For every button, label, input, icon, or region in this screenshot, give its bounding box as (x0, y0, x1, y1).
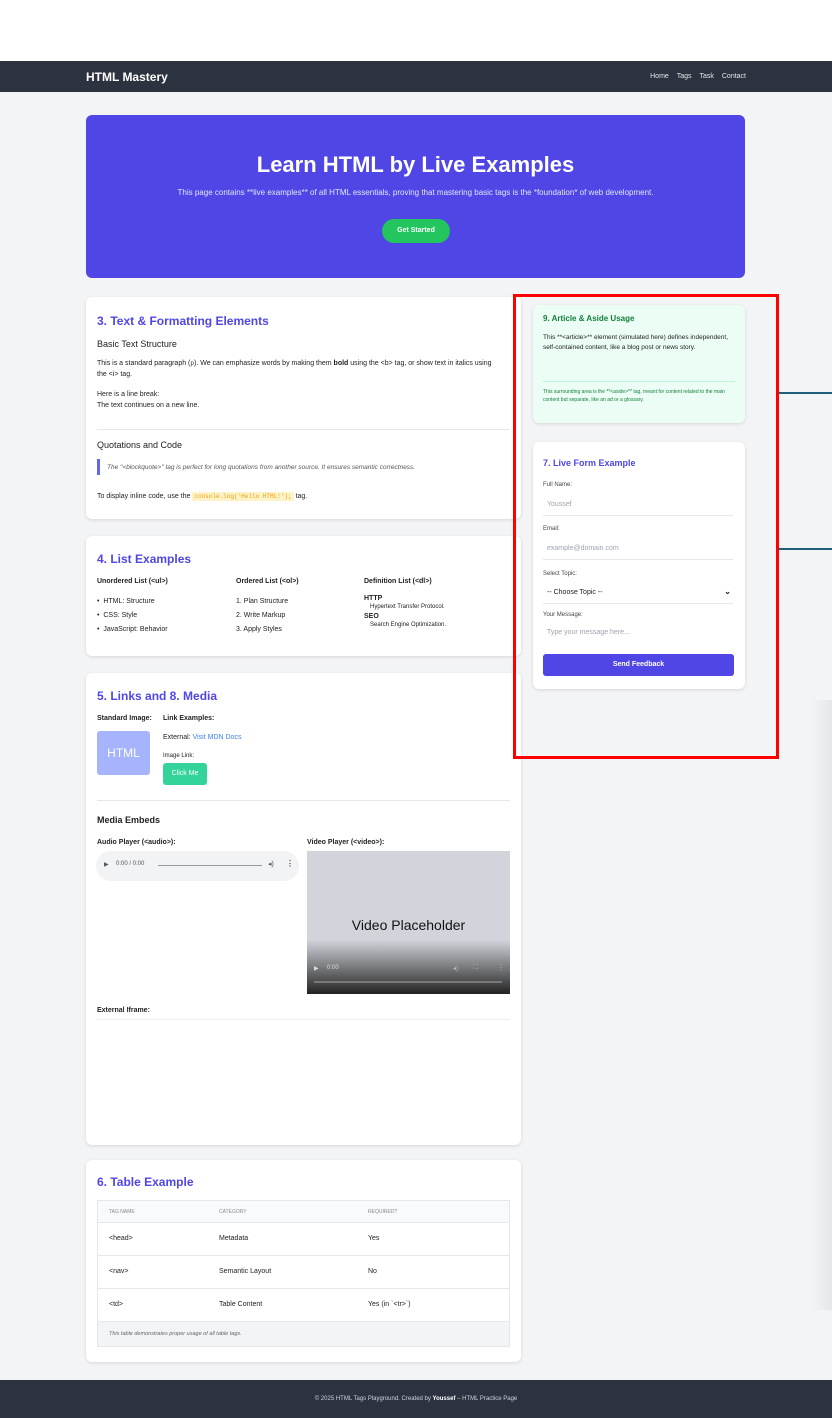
list-item: • JavaScript: Behavior (97, 626, 168, 633)
callout-line (779, 392, 832, 394)
table-cell: No (368, 1268, 377, 1275)
standard-image-label: Standard Image: (97, 715, 152, 722)
table-cell: Metadata (219, 1235, 249, 1242)
table-header-cell: REQUIRED? (368, 1209, 398, 1215)
divider (97, 800, 510, 801)
nav-link-contact[interactable]: Contact (722, 73, 746, 80)
video-player-label: Video Player (<video>): (307, 839, 385, 846)
ol-heading: Ordered List (<ol>) (236, 578, 299, 585)
get-started-button[interactable]: Get Started (382, 219, 450, 243)
mdn-docs-link[interactable]: Visit MDN Docs (193, 734, 242, 741)
ordered-list: 1. Plan Structure 2. Write Markup 3. App… (236, 595, 288, 637)
audio-player[interactable]: ▶ 0:00 / 0:00 ◂) ⋮ (96, 851, 299, 881)
table-cell: Yes (in `<tr>`) (368, 1301, 411, 1308)
video-progress-bar[interactable] (314, 981, 502, 983)
list-item: 2. Write Markup (236, 612, 286, 619)
hero-banner: Learn HTML by Live Examples This page co… (86, 115, 745, 278)
callout-line (779, 548, 832, 550)
table-row: <nav> Semantic Layout No (98, 1256, 509, 1289)
footer-author: Youssef (432, 1396, 456, 1402)
table-header-cell: TAG NAME (109, 1209, 135, 1215)
inline-code: console.log('Hello HTML!'); (192, 492, 294, 501)
unordered-list: • HTML: Structure • CSS: Style • JavaScr… (97, 595, 168, 637)
list-item: • CSS: Style (97, 612, 138, 619)
scroll-shadow (811, 700, 832, 1310)
definition-list: HTTP Hypertext Transfer Protocol. SEO Se… (364, 595, 446, 631)
table-cell: <head> (109, 1235, 133, 1242)
video-volume-icon[interactable]: ◂) (453, 965, 458, 972)
dl-term: HTTP (364, 595, 383, 602)
video-time: 0:00 (327, 965, 339, 971)
table-example-card: 6. Table Example TAG NAME CATEGORY REQUI… (86, 1160, 521, 1362)
data-table: TAG NAME CATEGORY REQUIRED? <head> Metad… (97, 1200, 510, 1347)
footer: © 2025 HTML Tags Playground. Created by … (0, 1380, 832, 1418)
basic-text-heading: Basic Text Structure (97, 339, 177, 349)
brand-logo[interactable]: HTML Mastery (86, 70, 168, 84)
table-caption: This table demonstrates proper usage of … (109, 1331, 242, 1337)
ul-heading: Unordered List (<ul>) (97, 578, 168, 585)
link-examples-label: Link Examples: (163, 715, 215, 722)
more-options-icon[interactable]: ⋮ (286, 859, 294, 868)
video-player[interactable]: Video Placeholder ▶ 0:00 ◂) ⛶ ⋮ (307, 851, 510, 994)
blockquote: The "<blockquote>" tag is perfect for lo… (97, 459, 510, 475)
text-formatting-title: 3. Text & Formatting Elements (97, 314, 269, 328)
dl-heading: Definition List (<dl>) (364, 578, 432, 585)
external-link-row: External: Visit MDN Docs (163, 734, 242, 741)
image-link-label: Image Link: (163, 753, 195, 759)
html-image: HTML (97, 731, 150, 775)
nav-links: Home Tags Task Contact (644, 73, 746, 80)
table-row: <td> Table Content Yes (in `<tr>`) (98, 1289, 509, 1322)
dl-definition: Search Engine Optimization. (370, 622, 447, 628)
table-cell: Semantic Layout (219, 1268, 272, 1275)
hero-subtitle: This page contains **live examples** of … (177, 188, 654, 197)
list-item: • HTML: Structure (97, 598, 155, 605)
top-blank-area (0, 0, 832, 61)
list-examples-card: 4. List Examples Unordered List (<ul>) •… (86, 536, 521, 656)
volume-icon[interactable]: ◂) (268, 860, 274, 868)
quotations-heading: Quotations and Code (97, 440, 183, 450)
video-placeholder-text: Video Placeholder (351, 917, 466, 933)
audio-time: 0:00 / 0:00 (116, 861, 145, 867)
nav-link-home[interactable]: Home (650, 73, 669, 80)
nav-link-tags[interactable]: Tags (677, 73, 692, 80)
table-row: <head> Metadata Yes (98, 1223, 509, 1256)
table-cell: <td> (109, 1301, 124, 1308)
list-item: 1. Plan Structure (236, 598, 289, 605)
table-cell: <nav> (109, 1268, 129, 1275)
dl-term: SEO (364, 613, 379, 620)
video-more-icon[interactable]: ⋮ (497, 963, 505, 972)
list-item: 3. Apply Styles (236, 626, 282, 633)
text-formatting-card: 3. Text & Formatting Elements Basic Text… (86, 297, 521, 519)
standard-paragraph: This is a standard paragraph (p). We can… (97, 360, 492, 378)
dl-definition: Hypertext Transfer Protocol. (370, 604, 445, 610)
divider (97, 429, 510, 430)
table-header-cell: CATEGORY (219, 1209, 247, 1215)
line-break-text: Here is a line break: The text continues … (97, 391, 200, 409)
external-iframe[interactable] (97, 1019, 510, 1135)
iframe-label: External Iframe: (97, 1007, 150, 1014)
list-examples-title: 4. List Examples (97, 552, 192, 566)
table-cell: Table Content (219, 1301, 263, 1308)
table-header-row: TAG NAME CATEGORY REQUIRED? (98, 1201, 509, 1223)
navbar: HTML Mastery Home Tags Task Contact (0, 61, 832, 92)
table-cell: Yes (368, 1235, 380, 1242)
video-play-icon[interactable]: ▶ (314, 965, 319, 972)
table-caption-row: This table demonstrates proper usage of … (98, 1322, 509, 1346)
highlight-box (513, 294, 779, 759)
audio-progress-bar[interactable] (158, 865, 262, 866)
play-icon[interactable]: ▶ (104, 861, 109, 868)
fullscreen-icon[interactable]: ⛶ (473, 964, 478, 972)
links-media-card: 5. Links and 8. Media Standard Image: Li… (86, 673, 521, 1145)
links-media-title: 5. Links and 8. Media (97, 689, 218, 703)
hero-title: Learn HTML by Live Examples (256, 152, 575, 177)
audio-player-label: Audio Player (<audio>): (97, 839, 176, 846)
table-example-title: 6. Table Example (97, 1175, 194, 1189)
click-me-button[interactable]: Click Me (163, 763, 207, 785)
media-embeds-heading: Media Embeds (97, 815, 161, 825)
nav-link-task[interactable]: Task (700, 73, 714, 80)
inline-code-text: To display inline code, use the console.… (97, 492, 308, 501)
